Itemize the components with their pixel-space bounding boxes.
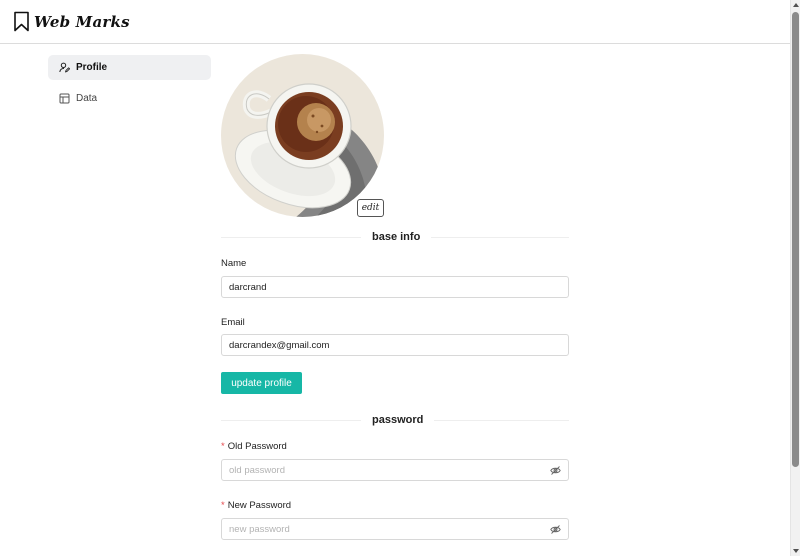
email-field[interactable]: darcrandex@gmail.com — [221, 334, 569, 356]
app-title: Web Marks — [34, 12, 130, 31]
divider-line — [221, 419, 361, 421]
avatar-edit-button[interactable]: edit — [357, 199, 384, 217]
scrollbar[interactable] — [790, 0, 800, 556]
divider-line — [434, 419, 569, 421]
old-password-label-text: Old Password — [227, 441, 287, 452]
section-title: password — [372, 414, 424, 426]
name-field[interactable]: darcrand — [221, 276, 569, 298]
logo[interactable]: Web Marks — [13, 11, 130, 32]
sidebar-item-profile[interactable]: Profile — [48, 55, 211, 80]
old-password-field[interactable]: old password — [221, 459, 569, 481]
avatar — [221, 54, 384, 217]
required-mark: * — [221, 500, 225, 511]
sidebar-item-data[interactable]: Data — [48, 86, 211, 111]
name-label: Name — [221, 258, 247, 269]
email-label: Email — [221, 317, 245, 328]
table-icon — [59, 93, 70, 104]
new-password-label: * New Password — [221, 500, 291, 511]
sidebar-item-label: Profile — [76, 62, 108, 73]
old-password-placeholder: old password — [229, 464, 285, 476]
sidebar-item-label: Data — [76, 93, 98, 104]
new-password-placeholder: new password — [229, 523, 290, 535]
scroll-up-arrow-icon[interactable] — [793, 3, 799, 7]
scroll-down-arrow-icon[interactable] — [793, 549, 799, 553]
app-header: Web Marks — [0, 0, 790, 44]
new-password-label-text: New Password — [227, 500, 292, 511]
name-value: darcrand — [229, 281, 267, 293]
required-mark: * — [221, 441, 225, 452]
bookmark-icon — [13, 11, 30, 32]
user-edit-icon — [59, 62, 70, 73]
eye-invisible-icon[interactable] — [550, 524, 561, 538]
scrollbar-thumb[interactable] — [792, 12, 799, 467]
section-divider-password: password — [221, 413, 569, 427]
old-password-label: * Old Password — [221, 441, 287, 452]
section-title: base info — [372, 231, 421, 243]
section-divider-base-info: base info — [221, 230, 569, 244]
email-value: darcrandex@gmail.com — [229, 339, 330, 351]
divider-line — [431, 236, 569, 238]
new-password-field[interactable]: new password — [221, 518, 569, 540]
eye-invisible-icon[interactable] — [550, 465, 561, 479]
divider-line — [221, 236, 361, 238]
sidebar: Profile Data — [48, 55, 211, 117]
update-profile-button[interactable]: update profile — [221, 372, 302, 394]
